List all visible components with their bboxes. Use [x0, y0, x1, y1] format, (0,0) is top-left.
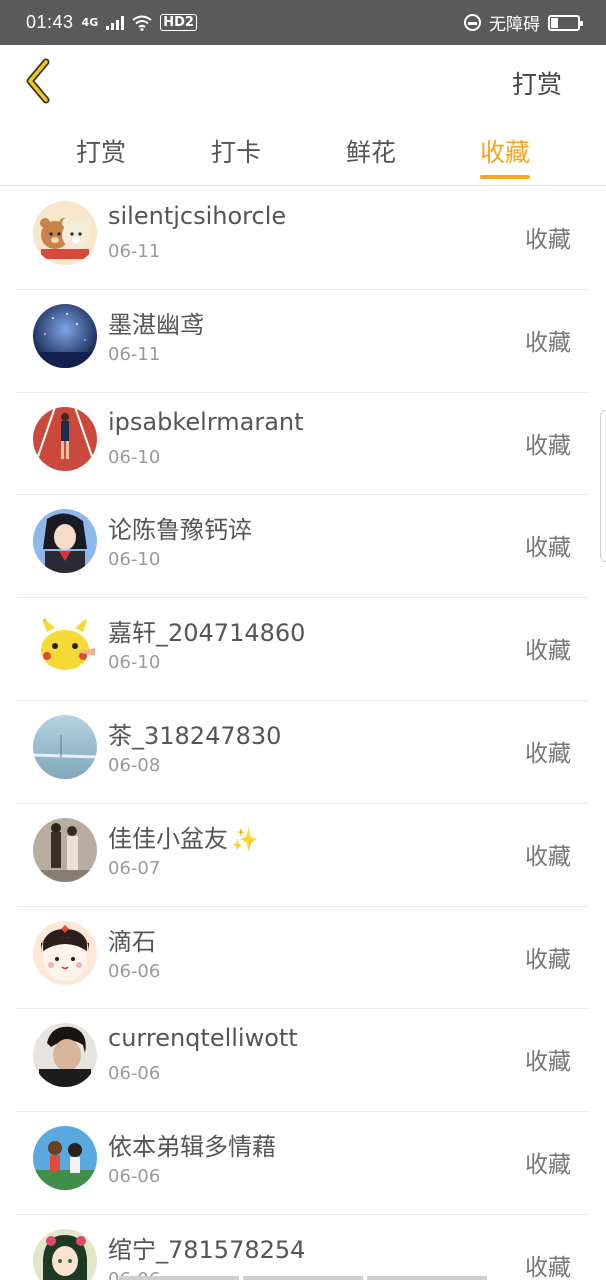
network-type-label: 4G	[81, 16, 99, 29]
avatar[interactable]	[33, 612, 97, 677]
action-label: 收藏	[525, 1152, 571, 1179]
action-label: 收藏	[525, 843, 571, 870]
user-name-text: 佳佳小盆友	[108, 824, 228, 853]
user-name: silentjcsihorcle	[108, 202, 287, 230]
list-item[interactable]: currenqtelliwott 06-06 收藏	[17, 1009, 589, 1113]
list-item[interactable]: 绾宁_781578254 06-06 收藏	[17, 1215, 589, 1280]
item-date: 06-06	[108, 1063, 161, 1085]
list-item[interactable]: 嘉轩_204714860 06-10 收藏	[17, 598, 589, 701]
list-item[interactable]: 佳佳小盆友 ✨ 06-07 收藏	[17, 804, 589, 907]
avatar[interactable]	[33, 1228, 97, 1280]
tab-checkin[interactable]: 打卡	[211, 133, 261, 179]
back-button[interactable]	[20, 57, 64, 107]
item-date: 06-11	[108, 241, 161, 262]
accessibility-label: 无障碍	[489, 15, 540, 35]
user-name: currenqtelliwott	[108, 1024, 298, 1053]
avatar[interactable]	[33, 201, 97, 265]
user-name: 嘉轩_204714860	[108, 619, 306, 648]
avatar[interactable]	[33, 303, 97, 368]
avatar[interactable]	[33, 509, 97, 574]
list-item[interactable]: 依本弟辑多情藉 06-06 收藏	[17, 1112, 589, 1215]
user-name: 滴石	[108, 927, 156, 956]
list-item[interactable]: ipsabkelrmarant 06-10 收藏	[17, 393, 589, 496]
user-name: 茶_318247830	[108, 721, 282, 750]
header: 打赏	[0, 45, 606, 119]
list-item[interactable]: 滴石 06-06 收藏	[17, 907, 589, 1010]
hd-voice-icon: HD2	[160, 14, 197, 31]
user-name: ipsabkelrmarant	[108, 407, 304, 436]
user-name: 绾宁_781578254	[108, 1235, 306, 1264]
tab-bar: 打赏 打卡 鲜花 收藏	[0, 119, 606, 186]
action-label: 收藏	[525, 227, 571, 253]
signal-icon	[106, 15, 125, 30]
chevron-left-icon	[26, 58, 50, 104]
tab-favorites[interactable]: 收藏	[479, 133, 531, 179]
favorites-list: silentjcsihorcle 06-11 收藏 墨湛幽鸢 06-11 收藏	[0, 187, 606, 1280]
item-date: 06-10	[108, 549, 161, 571]
avatar[interactable]	[33, 920, 97, 985]
do-not-disturb-icon	[464, 14, 481, 31]
status-right: 无障碍	[464, 10, 583, 35]
user-name: 论陈鲁豫钙谇	[108, 516, 252, 545]
reward-header-button[interactable]: 打赏	[512, 65, 562, 101]
bottom-nav-indicator	[0, 1276, 606, 1280]
status-left: 01:43 4G HD2	[26, 12, 197, 33]
action-label: 收藏	[525, 946, 571, 973]
battery-icon	[548, 14, 583, 31]
item-date: 06-06	[108, 960, 161, 982]
list-item[interactable]: 墨湛幽鸢 06-11 收藏	[17, 290, 589, 393]
list-item[interactable]: 论陈鲁豫钙谇 06-10 收藏	[17, 495, 589, 599]
list-item[interactable]: silentjcsihorcle 06-11 收藏	[17, 187, 589, 290]
avatar[interactable]	[33, 406, 97, 471]
item-date: 06-08	[108, 754, 161, 776]
item-date: 06-06	[108, 1166, 161, 1188]
status-bar: 01:43 4G HD2 无障碍	[0, 0, 606, 45]
action-label: 收藏	[525, 1049, 571, 1076]
avatar[interactable]	[33, 1126, 97, 1191]
sparkle-icon: ✨	[231, 827, 259, 853]
action-label: 收藏	[525, 535, 571, 562]
status-time: 01:43	[26, 12, 74, 32]
item-date: 06-10	[108, 652, 161, 674]
item-date: 06-07	[108, 857, 161, 879]
avatar[interactable]	[33, 817, 97, 882]
user-name: 佳佳小盆友 ✨	[108, 819, 258, 854]
user-name: 墨湛幽鸢	[108, 310, 204, 339]
tab-flowers[interactable]: 鲜花	[346, 133, 396, 179]
user-name: 依本弟辑多情藉	[108, 1133, 276, 1162]
tab-reward[interactable]: 打赏	[76, 133, 126, 179]
action-label: 收藏	[525, 638, 571, 665]
list-item[interactable]: 茶_318247830 06-08 收藏	[17, 701, 589, 804]
avatar[interactable]	[33, 1023, 97, 1088]
action-label: 收藏	[525, 740, 571, 767]
item-date: 06-10	[108, 446, 161, 468]
avatar[interactable]	[33, 714, 97, 779]
action-label: 收藏	[525, 432, 571, 459]
action-label: 收藏	[525, 329, 571, 356]
wifi-icon	[132, 15, 152, 31]
item-date: 06-11	[108, 343, 161, 365]
side-drawer-handle[interactable]	[600, 410, 606, 562]
